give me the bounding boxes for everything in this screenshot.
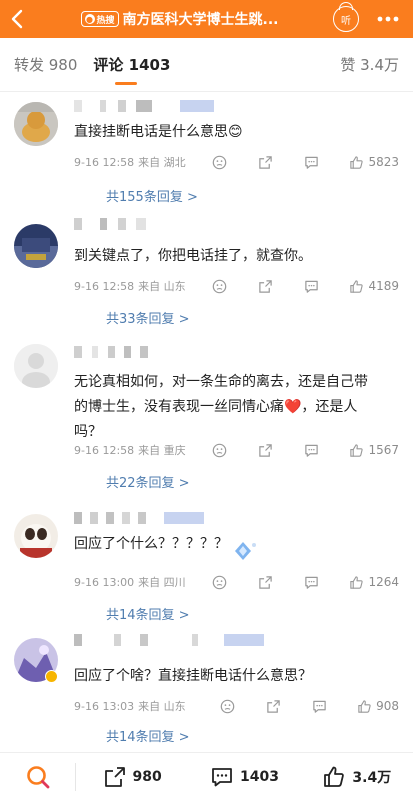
comment-icon[interactable] <box>303 154 319 170</box>
like-count: 1567 <box>368 443 399 457</box>
thumbs-up-icon <box>358 699 371 713</box>
repost-count: 980 <box>132 768 162 785</box>
avatar[interactable] <box>14 514 58 558</box>
listen-button[interactable]: 听 <box>333 2 359 32</box>
thumbs-up-icon <box>324 766 345 787</box>
comment-item[interactable]: 回应了个什么？？？？？ 9-16 13:00 来自 四川 1264 共14条回复… <box>0 502 413 626</box>
hot-icon: ● <box>84 14 95 24</box>
share-icon[interactable] <box>257 442 273 458</box>
comment-item[interactable]: 直接挂断电话是什么意思😊 9-16 12:58 来自 湖北 5823 共155条… <box>0 94 413 210</box>
comment-text: 到关键点了，你把电话挂了，就查你。 <box>74 248 312 264</box>
search-button[interactable] <box>0 762 76 791</box>
view-replies-link[interactable]: 共14条回复 > <box>106 604 190 623</box>
like-button[interactable]: 1264 <box>349 575 399 590</box>
diamond-sticker-icon <box>235 542 256 560</box>
like-post-button[interactable]: 3.4万 <box>301 765 413 789</box>
comment-icon[interactable] <box>303 278 319 294</box>
comment-text: 回应了个啥？直接挂断电话什么意思？ <box>74 668 312 684</box>
like-button[interactable]: 908 <box>357 699 399 714</box>
tab-reposts[interactable]: 转发 980 <box>14 54 77 75</box>
avatar[interactable] <box>14 344 58 388</box>
thumbs-up-icon <box>350 443 364 457</box>
like-button[interactable]: 1567 <box>349 443 399 458</box>
topic-title-area[interactable]: ● 热搜 南方医科大学博士生跳... <box>34 9 333 29</box>
tab-comments-label: 评论 1403 <box>93 56 171 74</box>
view-replies-link[interactable]: 共22条回复 > <box>106 472 190 491</box>
top-bar: ● 热搜 南方医科大学博士生跳... 听 <box>0 0 413 38</box>
page-title: 南方医科大学博士生跳... <box>122 12 279 28</box>
share-icon[interactable] <box>257 574 273 590</box>
headphones-icon <box>339 2 353 10</box>
hot-badge-label: 热搜 <box>96 15 115 26</box>
comment-time: 9-16 12:58 <box>74 279 135 293</box>
comment-text: 无论真相如何，对一条生命的离去，还是自己带 的博士生，没有表现一丝同情心痛❤️，… <box>74 370 397 445</box>
comment-location: 来自 重庆 <box>138 444 186 457</box>
share-icon <box>104 766 125 787</box>
thumbs-up-icon <box>350 575 364 589</box>
comment-meta: 9-16 12:58 来自 山东 4189 <box>74 278 399 294</box>
comment-location: 来自 山东 <box>138 280 186 293</box>
share-icon[interactable] <box>257 278 273 294</box>
dislike-face-icon[interactable] <box>211 574 227 590</box>
like-count: 5823 <box>368 155 399 169</box>
like-button[interactable]: 4189 <box>349 279 399 294</box>
comment-meta: 9-16 12:58 来自 重庆 1567 <box>74 442 399 458</box>
avatar[interactable] <box>14 102 58 146</box>
comment-icon <box>212 767 232 786</box>
dislike-face-icon[interactable] <box>211 442 227 458</box>
comment-icon[interactable] <box>303 574 319 590</box>
comment-time: 9-16 13:00 <box>74 575 135 589</box>
comment-text-line: 无论真相如何，对一条生命的离去，还是自己带 <box>74 374 368 390</box>
comment-time: 9-16 13:03 <box>74 699 135 713</box>
dislike-face-icon[interactable] <box>219 698 235 714</box>
thumbs-up-icon <box>350 279 364 293</box>
comment-meta: 9-16 12:58 来自 湖北 5823 <box>74 154 399 170</box>
comment-count: 1403 <box>240 768 279 785</box>
like-count: 1264 <box>368 575 399 589</box>
comment-location: 来自 山东 <box>138 700 186 713</box>
like-count: 4189 <box>368 279 399 293</box>
like-button[interactable]: 5823 <box>349 155 399 170</box>
comment-button[interactable]: 1403 <box>188 765 300 789</box>
comment-item[interactable]: 到关键点了，你把电话挂了，就查你。 9-16 12:58 来自 山东 4189 … <box>0 210 413 334</box>
comment-icon[interactable] <box>303 442 319 458</box>
repost-button[interactable]: 980 <box>76 765 188 789</box>
share-icon[interactable] <box>265 698 281 714</box>
comment-location: 来自 湖北 <box>138 156 186 169</box>
comment-icon[interactable] <box>311 698 327 714</box>
avatar[interactable] <box>14 224 58 268</box>
tab-likes[interactable]: 赞 3.4万 <box>340 54 399 75</box>
active-tab-indicator <box>115 82 138 85</box>
hot-search-badge: ● 热搜 <box>80 11 119 27</box>
listen-label: 听 <box>341 15 351 27</box>
share-icon[interactable] <box>257 154 273 170</box>
comment-text-line: 的博士生，没有表现一丝同情心痛❤️，还是人 <box>74 399 358 415</box>
thumbs-up-icon <box>350 155 364 169</box>
view-replies-link[interactable]: 共14条回复 > <box>106 726 190 745</box>
tab-comments[interactable]: 评论 1403 <box>93 54 171 85</box>
dislike-face-icon[interactable] <box>211 154 227 170</box>
view-replies-link[interactable]: 共155条回复 > <box>106 186 198 205</box>
more-icon[interactable] <box>377 16 399 22</box>
bottom-action-bar: 980 1403 3.4万 <box>0 752 413 800</box>
comment-meta: 9-16 13:03 来自 山东 908 <box>74 698 399 714</box>
view-replies-link[interactable]: 共33条回复 > <box>106 308 190 327</box>
back-button[interactable] <box>0 0 34 38</box>
comment-location: 来自 四川 <box>138 576 186 589</box>
comment-item[interactable]: 无论真相如何，对一条生命的离去，还是自己带 的博士生，没有表现一丝同情心痛❤️，… <box>0 334 413 502</box>
like-count: 908 <box>376 699 399 713</box>
like-post-count: 3.4万 <box>352 769 392 786</box>
dislike-face-icon[interactable] <box>211 278 227 294</box>
comment-time: 9-16 12:58 <box>74 155 135 169</box>
chevron-left-icon <box>11 9 23 29</box>
comment-text: 直接挂断电话是什么意思😊 <box>74 124 243 140</box>
comment-item[interactable]: 回应了个啥？直接挂断电话什么意思？ 9-16 13:03 来自 山东 908 共… <box>0 626 413 750</box>
tab-bar: 转发 980 评论 1403 赞 3.4万 <box>0 38 413 92</box>
verified-badge-icon <box>45 670 58 683</box>
search-icon <box>26 765 49 788</box>
comment-time: 9-16 12:58 <box>74 443 135 457</box>
comment-meta: 9-16 13:00 来自 四川 1264 <box>74 574 399 590</box>
